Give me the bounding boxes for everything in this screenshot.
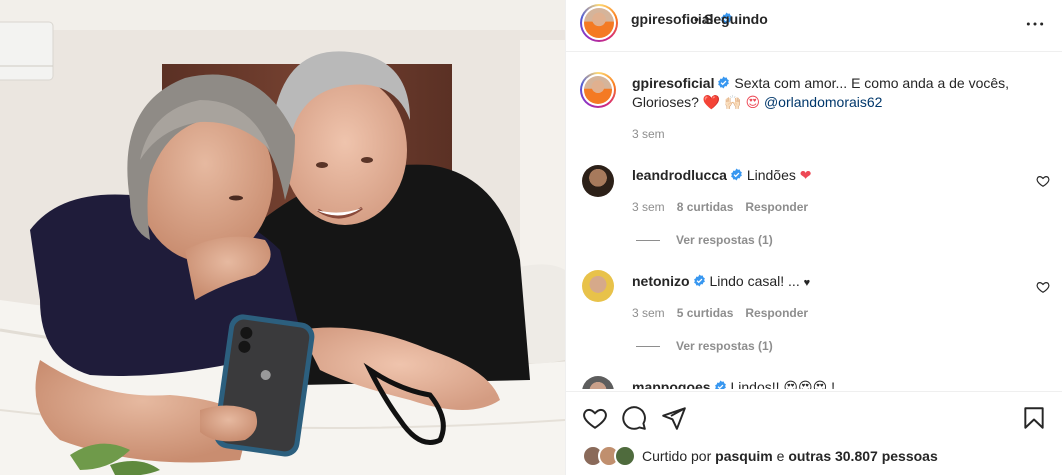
comment-emoji: ❤ — [799, 167, 812, 183]
comment-text: Lindo casal! ... — [709, 273, 800, 289]
comment-meta: 3 sem 8 curtidas Responder — [632, 200, 808, 214]
liked-by-conjunction: e — [776, 448, 785, 464]
caption-timestamp[interactable]: 3 sem — [632, 127, 665, 141]
reply-button[interactable]: Responder — [745, 200, 808, 214]
caption-mention[interactable]: @orlandomorais62 — [764, 94, 883, 110]
liker-avatar — [614, 445, 636, 467]
post-side-panel: gpiresoficial • Seguindo gpiresoficial S… — [565, 0, 1062, 475]
instagram-post-dialog: gpiresoficial • Seguindo gpiresoficial S… — [0, 0, 1062, 475]
like-heart-icon[interactable] — [582, 405, 608, 431]
verified-badge-icon — [714, 380, 726, 389]
caption-avatar[interactable] — [580, 72, 616, 108]
comment-time[interactable]: 3 sem — [632, 306, 665, 320]
view-replies-button[interactable]: Ver respostas (1) — [636, 233, 773, 247]
comment-likes[interactable]: 8 curtidas — [677, 200, 734, 214]
view-replies-label: Ver respostas (1) — [676, 339, 773, 353]
liked-by-user[interactable]: pasquim — [715, 448, 773, 464]
comment-meta: 3 sem 5 curtidas Responder — [632, 306, 808, 320]
liked-by-prefix: Curtido por — [642, 448, 712, 464]
comment-time[interactable]: 3 sem — [632, 200, 665, 214]
verified-badge-icon — [693, 274, 705, 287]
comment-bubble-icon[interactable] — [621, 405, 647, 431]
more-options-icon[interactable] — [1025, 14, 1045, 34]
caption-emojis: ❤️ 🙌🏻 😍 — [702, 94, 761, 110]
post-actions: Curtido por pasquim e outras 30.807 pess… — [566, 391, 1062, 475]
comment-body: netonizo Lindo casal! ... ♥ — [632, 273, 810, 289]
caption-username[interactable]: gpiresoficial — [632, 75, 714, 91]
commenter-avatar[interactable] — [582, 270, 614, 302]
replies-divider — [636, 345, 660, 347]
author-username[interactable]: gpiresoficial — [631, 11, 713, 27]
like-comment-heart-icon[interactable] — [1036, 174, 1050, 188]
author-avatar[interactable] — [580, 4, 618, 42]
share-paper-plane-icon[interactable] — [661, 405, 687, 431]
post-header: gpiresoficial • Seguindo — [566, 0, 1062, 52]
header-separator: • — [694, 11, 699, 27]
following-button[interactable]: Seguindo — [704, 11, 768, 27]
comment-username[interactable]: netonizo — [632, 273, 690, 289]
save-bookmark-icon[interactable] — [1021, 405, 1047, 431]
comment-emoji: 😍😍😍 ! — [783, 379, 835, 389]
comment-username[interactable]: mappogoes — [632, 379, 711, 389]
comment-likes[interactable]: 5 curtidas — [677, 306, 734, 320]
comment-emoji: ♥ — [803, 277, 811, 289]
comment-username[interactable]: leandrodlucca — [632, 167, 727, 183]
reply-button[interactable]: Responder — [745, 306, 808, 320]
commenter-avatar[interactable] — [582, 376, 614, 389]
commenter-avatar[interactable] — [582, 165, 614, 197]
verified-badge-icon — [718, 76, 730, 89]
view-replies-label: Ver respostas (1) — [676, 233, 773, 247]
comment-text: Lindos!! — [730, 379, 780, 389]
liked-by-row: Curtido por pasquim e outras 30.807 pess… — [582, 445, 938, 467]
post-photo-illustration — [0, 0, 565, 475]
post-photo[interactable] — [0, 0, 565, 475]
caption-text: gpiresoficial Sexta com amor... E como a… — [632, 74, 1042, 112]
liker-avatars[interactable] — [582, 445, 636, 467]
comment-text: Lindões — [746, 167, 796, 183]
like-comment-heart-icon[interactable] — [1036, 280, 1050, 294]
comments-list[interactable]: gpiresoficial Sexta com amor... E como a… — [566, 53, 1062, 389]
verified-badge-icon — [731, 168, 742, 181]
liked-by-others[interactable]: outras 30.807 pessoas — [788, 448, 937, 464]
comment-body: leandrodlucca Lindões ❤ — [632, 167, 811, 184]
replies-divider — [636, 239, 660, 241]
comment-body: mappogoes Lindos!! 😍😍😍 ! — [632, 379, 835, 389]
view-replies-button[interactable]: Ver respostas (1) — [636, 339, 773, 353]
